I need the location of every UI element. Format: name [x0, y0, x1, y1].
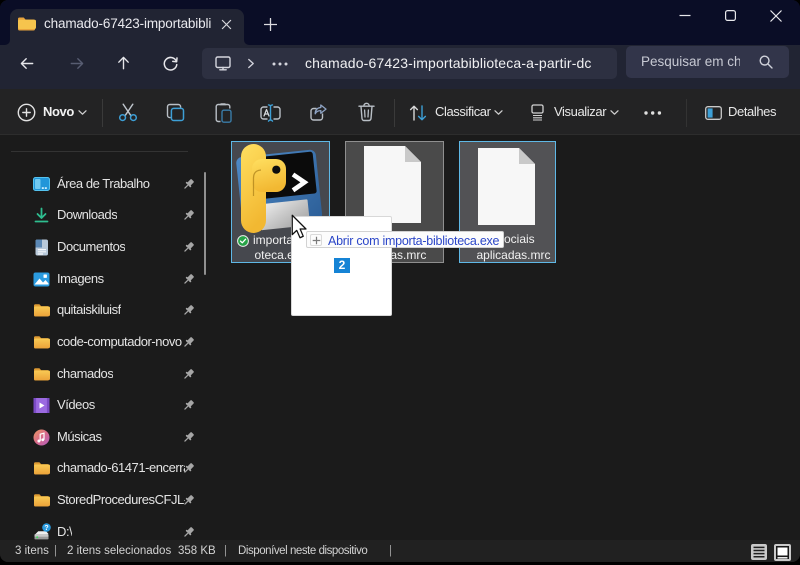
svg-text:?: ? [44, 524, 48, 531]
